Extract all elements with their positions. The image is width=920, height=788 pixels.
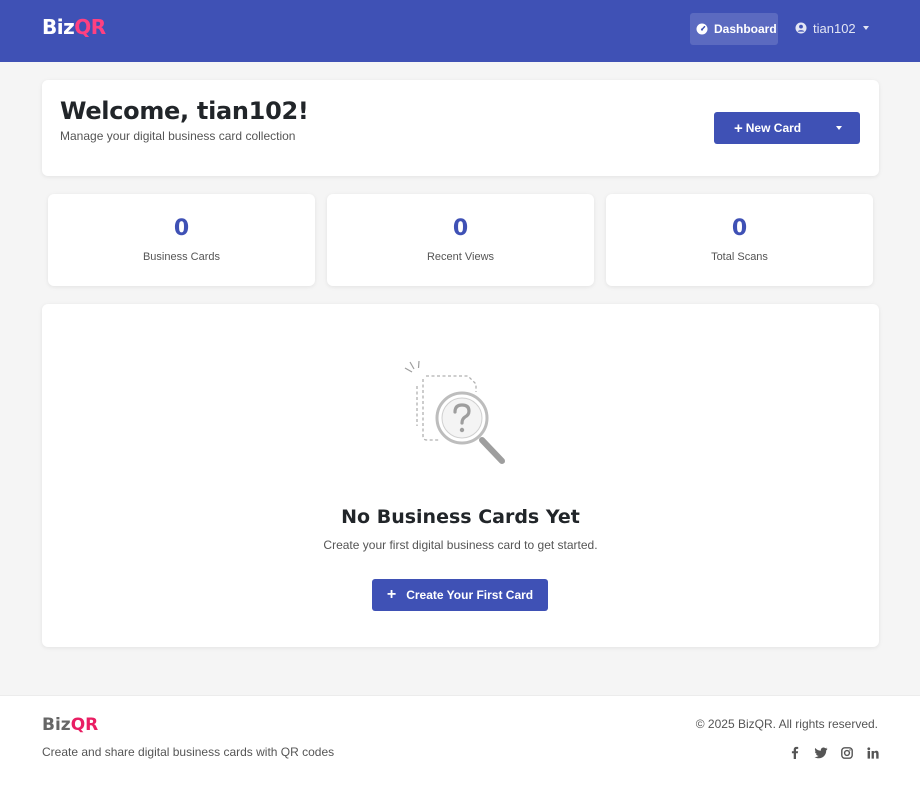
user-circle-icon [795,22,807,34]
stat-value: 0 [731,216,748,241]
user-menu-dropdown[interactable]: tian102 [795,13,869,43]
footer-copyright: © 2025 BizQR. All rights reserved. [695,717,878,731]
plus-icon: + [734,119,743,137]
brand-logo[interactable]: BizQR [42,15,106,39]
stat-card-business-cards: 0 Business Cards [48,194,315,286]
welcome-subtitle: Manage your digital business card collec… [60,129,296,143]
welcome-title: Welcome, tian102! [60,97,309,125]
brand-text-biz: Biz [42,15,75,39]
caret-down-icon[interactable] [836,126,842,130]
nav-dashboard-label: Dashboard [714,22,777,36]
stat-card-recent-views: 0 Recent Views [327,194,594,286]
new-card-button[interactable]: + New Card [714,112,860,144]
plus-icon: + [386,586,397,603]
caret-down-icon [862,26,869,30]
facebook-icon[interactable] [787,745,802,760]
empty-search-illustration-icon [404,360,505,464]
user-name-label: tian102 [813,20,856,36]
stat-card-total-scans: 0 Total Scans [606,194,873,286]
navbar: BizQR Dashboard tian102 [0,0,920,62]
footer-brand-biz: Biz [42,715,71,735]
dashboard-gauge-icon [696,23,708,35]
create-first-card-label: Create Your First Card [406,588,534,602]
create-first-card-button[interactable]: + Create Your First Card [372,579,548,611]
stat-label: Total Scans [711,251,768,263]
empty-state-panel: No Business Cards Yet Create your first … [42,304,879,647]
footer-tagline: Create and share digital business cards … [42,745,335,759]
social-links [787,745,880,760]
footer-brand-qr: QR [70,715,99,735]
footer: BizQR Create and share digital business … [0,695,920,788]
stat-label: Recent Views [426,251,495,263]
nav-dashboard-link[interactable]: Dashboard [690,13,778,45]
empty-state-title: No Business Cards Yet [341,506,580,528]
stat-value: 0 [173,216,190,241]
linkedin-icon[interactable] [865,745,880,760]
new-card-label: New Card [745,121,802,135]
empty-state-message: Create your first digital business card … [323,538,598,552]
stat-value: 0 [452,216,469,241]
footer-brand: BizQR [42,715,98,735]
welcome-card: Welcome, tian102! Manage your digital bu… [42,80,879,176]
stat-label: Business Cards [142,251,221,263]
instagram-icon[interactable] [839,745,854,760]
brand-text-qr: QR [74,15,106,39]
twitter-icon[interactable] [813,745,828,760]
